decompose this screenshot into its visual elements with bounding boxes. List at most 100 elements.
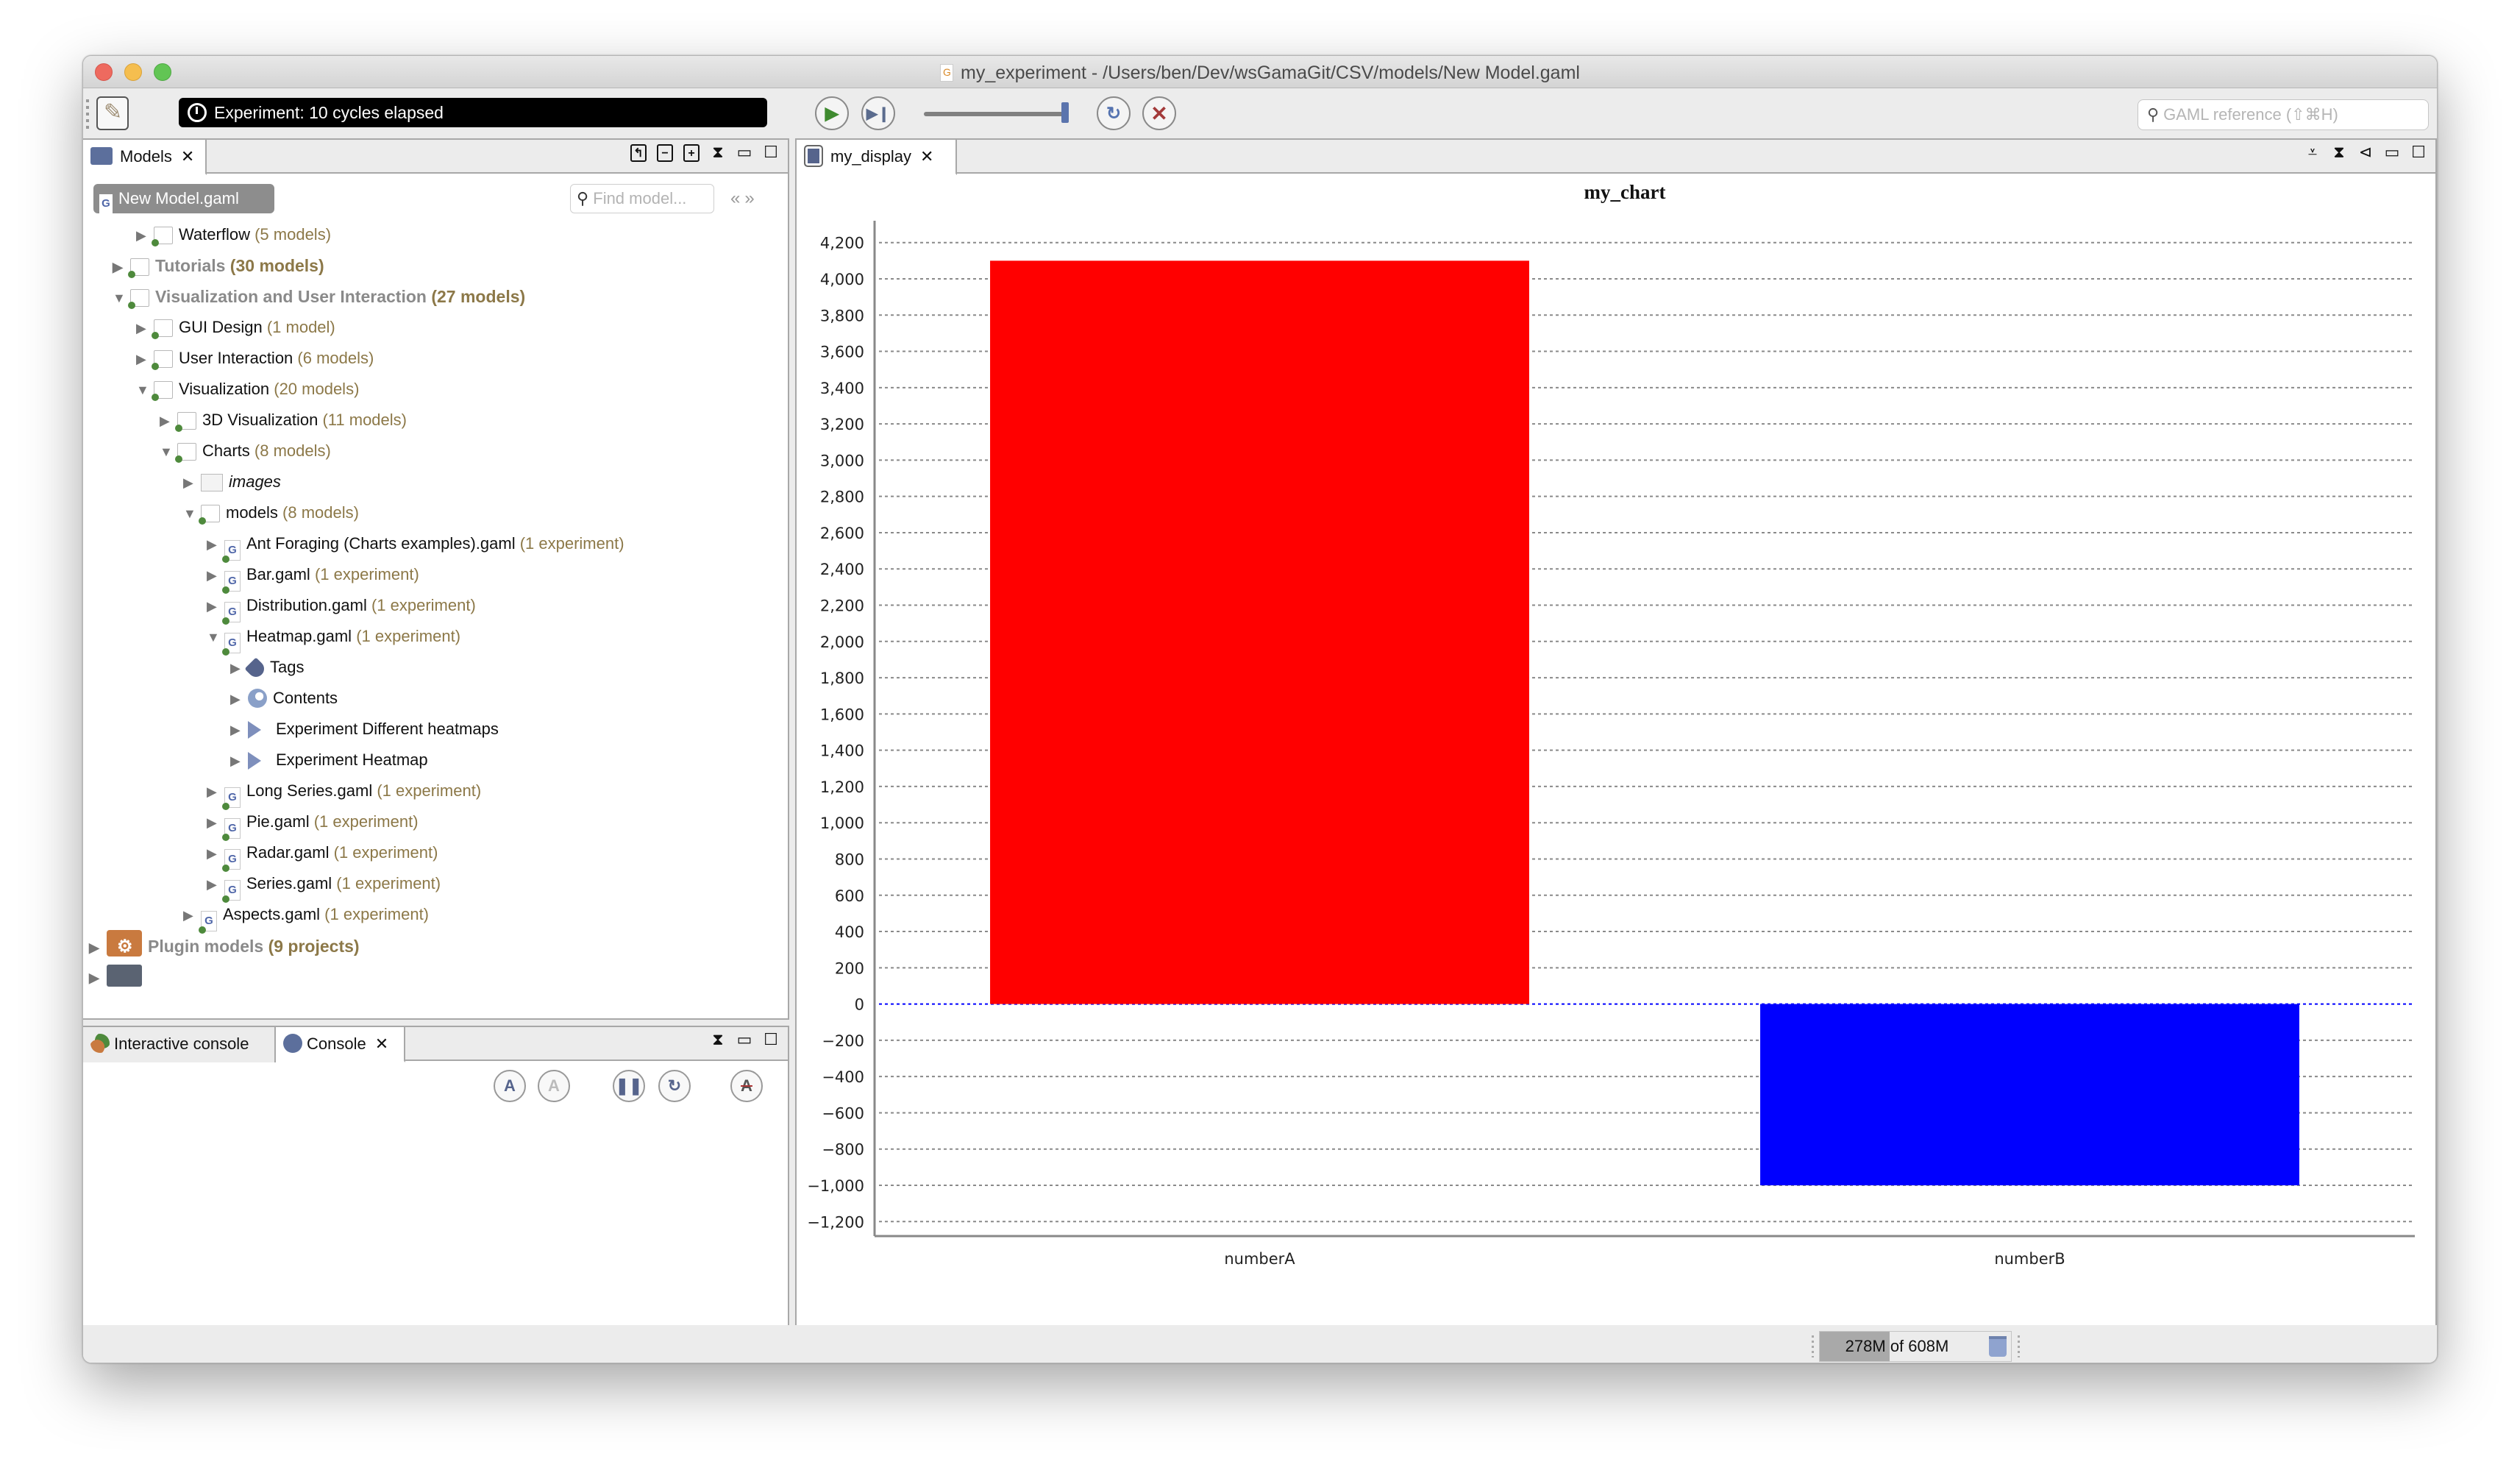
minimize-view-icon[interactable]: ▭	[2384, 144, 2400, 162]
expand-arrow-icon[interactable]: ▶	[230, 684, 248, 714]
tree-item[interactable]: ▶ Contents	[230, 683, 338, 714]
expand-arrow-icon[interactable]: ▶	[183, 900, 201, 931]
refresh-console-button[interactable]: ↻	[658, 1070, 691, 1102]
expand-all-icon[interactable]: +	[683, 144, 700, 162]
toggle-sidebar-icon[interactable]: ⊲	[2357, 144, 2374, 162]
step-experiment-button[interactable]: ▶❙	[861, 96, 895, 130]
collapse-arrow-icon[interactable]: ▼	[207, 622, 224, 653]
collapse-arrow-icon[interactable]: ▼	[183, 498, 201, 529]
toolbar-grip[interactable]	[86, 99, 89, 130]
collapse-arrow-icon[interactable]: ▼	[113, 283, 130, 313]
tree-item[interactable]: ▶ G Distribution.gaml (1 experiment)	[207, 590, 476, 625]
collapse-all-icon[interactable]: −	[657, 144, 673, 162]
tab-my-display[interactable]: my_display ✕	[797, 140, 957, 175]
tree-item[interactable]: ▶ GUI Design (1 model)	[136, 312, 335, 343]
tree-item[interactable]: ▶ Tags	[230, 652, 304, 683]
tree-item[interactable]: ▶ 3D Visualization (11 models)	[160, 405, 407, 436]
close-experiment-button[interactable]: ✕	[1142, 96, 1176, 130]
maximize-view-icon[interactable]: ☐	[2410, 144, 2427, 162]
pause-console-button[interactable]: ❚❚	[613, 1070, 645, 1102]
tree-item-label: Bar.gaml	[246, 565, 310, 583]
expand-arrow-icon[interactable]: ▶	[89, 962, 107, 993]
expand-arrow-icon[interactable]: ▶	[160, 405, 177, 436]
memory-used: 278M	[1845, 1337, 1886, 1355]
tree-item-count: (1 experiment)	[332, 874, 441, 892]
tree-item[interactable]: ▶ G Ant Foraging (Charts examples).gaml (1…	[207, 528, 624, 563]
next-match-icon[interactable]: »	[744, 188, 758, 208]
tree-item[interactable]: ▶ images	[183, 466, 281, 497]
tree-item[interactable]: ▼ Visualization and User Interaction (27 …	[113, 281, 525, 312]
expand-arrow-icon[interactable]: ▶	[183, 467, 201, 498]
expand-arrow-icon[interactable]: ▶	[207, 560, 224, 591]
link-editor-icon[interactable]: ↰	[630, 144, 647, 162]
tab-models[interactable]: Models ✕	[83, 140, 207, 175]
expand-arrow-icon[interactable]: ▶	[230, 745, 248, 776]
collapse-arrow-icon[interactable]: ▼	[136, 375, 154, 405]
y-tick-label: 2,000	[820, 633, 864, 651]
tree-item[interactable]: ▶ G Radar.gaml (1 experiment)	[207, 837, 438, 872]
tree-item[interactable]: ▼ Visualization (20 models)	[136, 374, 359, 405]
experiment-icon	[248, 721, 261, 739]
run-experiment-button[interactable]: ▶	[815, 96, 849, 130]
tree-item[interactable]: ▶	[89, 961, 148, 992]
tree-item[interactable]: ▶ User Interaction (6 models)	[136, 343, 374, 374]
expand-arrow-icon[interactable]: ▶	[89, 932, 107, 963]
expand-arrow-icon[interactable]: ▶	[136, 220, 154, 251]
maximize-view-icon[interactable]: ☐	[763, 144, 779, 162]
tree-item-count: (8 models)	[277, 503, 359, 522]
gaml-reference-search[interactable]: ⚲ GAML reference (⇧⌘H)	[2138, 99, 2429, 130]
view-menu-icon[interactable]: ⧗	[710, 144, 726, 162]
no-wrap-button[interactable]: A	[730, 1070, 763, 1102]
view-menu-icon[interactable]: ⧗	[710, 1032, 726, 1049]
tree-item[interactable]: ▶ G Aspects.gaml (1 experiment)	[183, 899, 429, 934]
edit-perspective-button[interactable]: ✎	[96, 96, 129, 130]
memory-indicator[interactable]: 278M of 608M	[1819, 1331, 2012, 1362]
expand-arrow-icon[interactable]: ▶	[207, 807, 224, 838]
find-model-input[interactable]: ⚲ Find model...	[570, 184, 714, 213]
tab-interactive-console[interactable]: Interactive console	[83, 1027, 276, 1062]
tree-item[interactable]: ▶ Plugin models (9 projects)	[89, 930, 360, 963]
display-menu-icon[interactable]: ⩡	[2304, 144, 2321, 162]
expand-arrow-icon[interactable]: ▶	[207, 838, 224, 869]
tree-item[interactable]: ▼ G Heatmap.gaml (1 experiment)	[207, 621, 461, 656]
expand-arrow-icon[interactable]: ▶	[207, 869, 224, 900]
tab-console[interactable]: Console ✕	[276, 1027, 405, 1062]
view-menu-icon[interactable]: ⧗	[2331, 144, 2347, 162]
y-tick-label: 3,000	[820, 452, 864, 469]
tree-item-count: (1 experiment)	[352, 627, 461, 645]
tree-item[interactable]: ▶ G Long Series.gaml (1 experiment)	[207, 775, 481, 810]
tree-item[interactable]: ▼ models (8 models)	[183, 497, 359, 528]
increase-font-button[interactable]: A	[494, 1070, 526, 1102]
reload-experiment-button[interactable]: ↻	[1097, 96, 1131, 130]
previous-match-icon[interactable]: «	[730, 188, 744, 208]
tree-item[interactable]: ▶ Experiment Heatmap	[230, 745, 428, 775]
tree-item[interactable]: ▼ Charts (8 models)	[160, 436, 331, 466]
close-tab-icon[interactable]: ✕	[375, 1034, 388, 1053]
maximize-view-icon[interactable]: ☐	[763, 1032, 779, 1049]
expand-arrow-icon[interactable]: ▶	[207, 529, 224, 560]
garbage-collect-icon[interactable]	[1989, 1336, 2007, 1357]
expand-arrow-icon[interactable]: ▶	[230, 714, 248, 745]
expand-arrow-icon[interactable]: ▶	[113, 252, 130, 283]
collapse-arrow-icon[interactable]: ▼	[160, 436, 177, 467]
speed-slider-thumb[interactable]	[1061, 102, 1069, 123]
current-model-badge[interactable]: G New Model.gaml	[93, 184, 274, 213]
expand-arrow-icon[interactable]: ▶	[207, 776, 224, 807]
close-tab-icon[interactable]: ✕	[181, 147, 194, 166]
minimize-view-icon[interactable]: ▭	[736, 144, 752, 162]
tree-item[interactable]: ▶ G Bar.gaml (1 experiment)	[207, 559, 419, 594]
tree-item[interactable]: ▶ G Pie.gaml (1 experiment)	[207, 806, 419, 841]
expand-arrow-icon[interactable]: ▶	[136, 313, 154, 344]
speed-slider[interactable]	[924, 112, 1064, 116]
expand-arrow-icon[interactable]: ▶	[136, 344, 154, 375]
tree-item[interactable]: ▶ Tutorials (30 models)	[113, 250, 324, 281]
expand-arrow-icon[interactable]: ▶	[207, 591, 224, 622]
close-tab-icon[interactable]: ✕	[920, 147, 933, 166]
tree-item[interactable]: ▶ Waterflow (5 models)	[136, 219, 331, 250]
tree-item[interactable]: ▶ Experiment Different heatmaps	[230, 714, 499, 745]
y-tick-label: 1,000	[820, 814, 864, 832]
minimize-view-icon[interactable]: ▭	[736, 1032, 752, 1049]
decrease-font-button[interactable]: A	[538, 1070, 570, 1102]
experiment-status[interactable]: Experiment: 10 cycles elapsed	[179, 98, 767, 127]
tree-item[interactable]: ▶ G Series.gaml (1 experiment)	[207, 868, 441, 903]
